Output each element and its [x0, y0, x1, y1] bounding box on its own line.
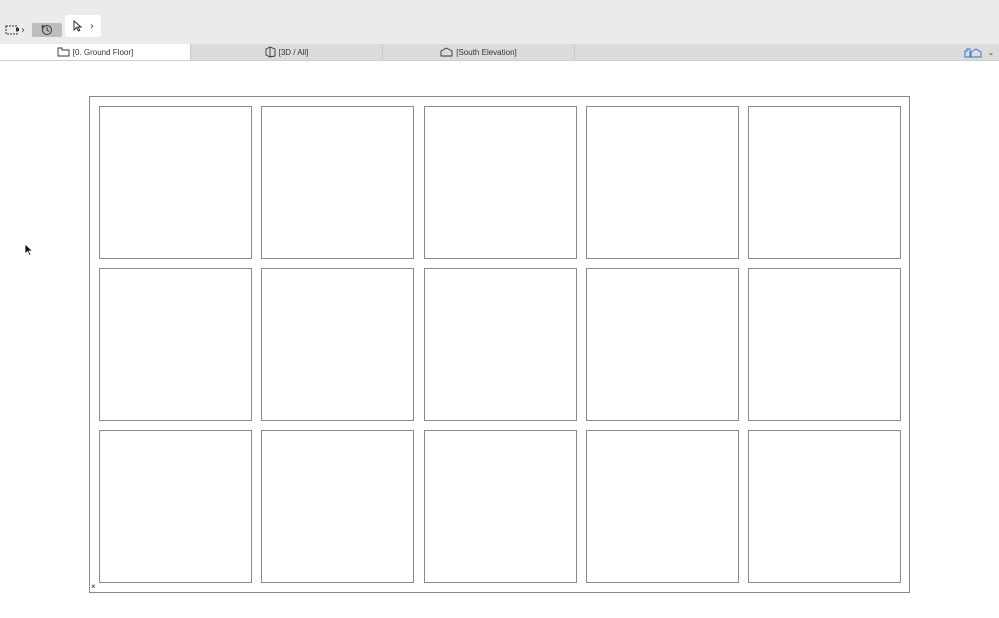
elevation-house-icon [440, 47, 453, 57]
mouse-cursor-icon [24, 243, 34, 257]
orbit-icon [41, 24, 52, 35]
navigator-view-icon [964, 47, 982, 57]
tab-ground-floor[interactable]: [0. Ground Floor] [0, 44, 191, 60]
arrow-pointer-icon [73, 20, 82, 32]
tab-south-elevation[interactable]: [South Elevation] [383, 44, 575, 60]
layout-sheet [89, 96, 910, 593]
chevron-down-icon: ⌄ [987, 47, 995, 57]
tab-label: [3D / All] [278, 47, 309, 57]
drawing-cell[interactable] [99, 106, 252, 259]
drawing-cell[interactable] [261, 430, 415, 583]
drawing-cell[interactable] [261, 268, 415, 421]
chevron-right-icon: › [90, 20, 94, 32]
chevron-right-icon: › [21, 24, 25, 36]
drawing-cell[interactable] [99, 268, 252, 421]
drawing-cell[interactable] [585, 106, 739, 259]
drawing-cell[interactable] [261, 106, 415, 259]
marquee-icon [5, 25, 19, 35]
marquee-tool-button[interactable]: › [4, 22, 26, 38]
view-switcher-button[interactable]: ⌄ [962, 45, 996, 59]
drawing-cell[interactable] [423, 106, 577, 259]
3d-box-icon [265, 46, 276, 58]
floor-plan-icon [57, 47, 70, 57]
drawing-canvas[interactable] [0, 61, 999, 618]
drawing-cell[interactable] [748, 106, 902, 259]
drawing-cell[interactable] [748, 268, 902, 421]
tab-label: [0. Ground Floor] [72, 47, 134, 57]
tab-label: [South Elevation] [456, 47, 517, 57]
drawing-cell[interactable] [585, 430, 739, 583]
drawing-cell[interactable] [748, 430, 902, 583]
origin-marker: × [91, 582, 96, 591]
drawing-cell[interactable] [99, 430, 252, 583]
toolbar: › › [0, 0, 999, 44]
view-tab-bar: [0. Ground Floor] [3D / All] [South Elev… [0, 44, 999, 61]
drawing-cell[interactable] [585, 268, 739, 421]
orbit-tool-button[interactable] [32, 23, 62, 37]
arrow-tool-button[interactable]: › [65, 15, 101, 37]
tab-3d-all[interactable]: [3D / All] [191, 44, 383, 60]
marquee-orbit-group: › [4, 22, 62, 38]
drawing-cell[interactable] [423, 430, 577, 583]
drawing-cell[interactable] [423, 268, 577, 421]
